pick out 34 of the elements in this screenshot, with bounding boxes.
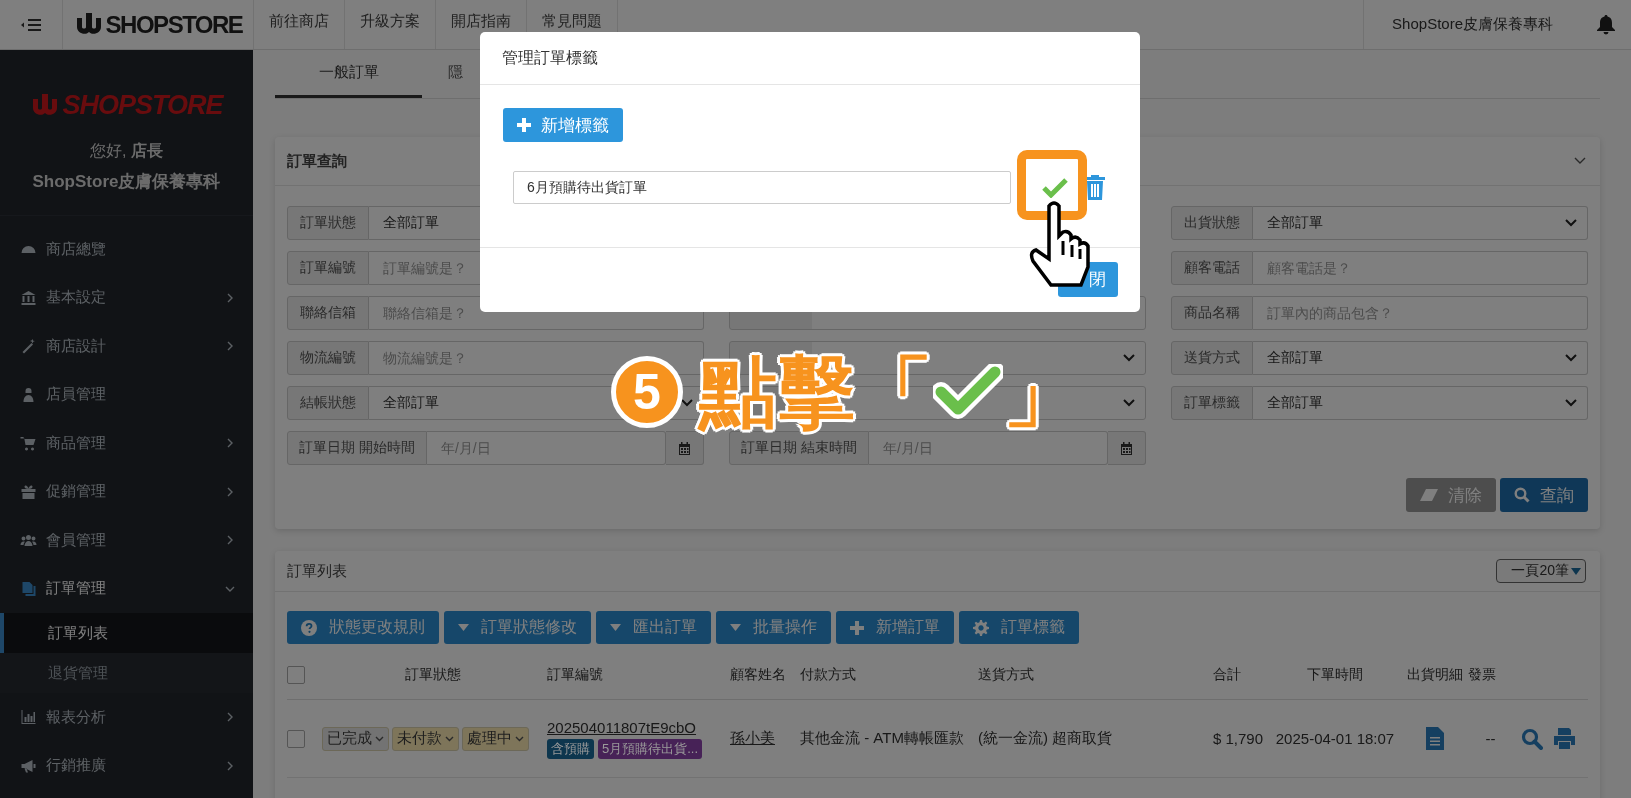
field-label: 訂單日期 開始時間 [287,431,427,465]
table-cell: 2025-04-01 18:07 [1275,730,1395,747]
table-cell: 其他金流 - ATM轉帳匯款 [800,729,964,748]
column-header: 付款方式 [800,666,856,684]
column-header: 顧客姓名 [730,666,786,684]
greeting-text: 您好, 店長 [89,141,164,161]
field-label: 訂單編號 [287,251,369,285]
logo-text: SHOPSTORE [62,90,223,121]
order-tag: 5月預購待出貨... [598,738,703,759]
field-label: 商品名稱 [1171,296,1253,330]
column-header: 送貨方式 [978,666,1034,684]
field-label: 顧客電話 [1171,251,1253,285]
field-label: 出貨狀態 [1171,206,1253,240]
column-header: 訂單編號 [547,666,603,684]
card-title: 訂單列表 [287,561,347,581]
field-label: 訂單日期 結束時間 [729,431,869,465]
field-label: 送貨方式 [1171,341,1253,375]
column-header: 合計 [1213,666,1241,684]
field-label: 結帳狀態 [287,386,369,420]
modal-title: 管理訂單標籤 [502,47,598,68]
field-label: 訂單標籤 [1171,386,1253,420]
column-header: 發票 [1468,666,1496,684]
table-cell: $ 1,790 [1213,730,1264,747]
table-cell: (統一金流) 超商取貨 [978,729,1113,748]
field-label: 聯絡信箱 [287,296,369,330]
column-header: 下單時間 [1307,666,1363,684]
table-cell: -- [1485,730,1496,747]
field-label: 物流編號 [287,341,369,375]
field-label: 訂單狀態 [287,206,369,240]
order-tag: 含預購 [547,738,594,759]
instruction-text: 」 [1003,350,1081,434]
card-title: 訂單查詢 [287,151,347,171]
column-header: 訂單狀態 [405,666,461,684]
column-header: 出貨明細 [1407,666,1463,684]
